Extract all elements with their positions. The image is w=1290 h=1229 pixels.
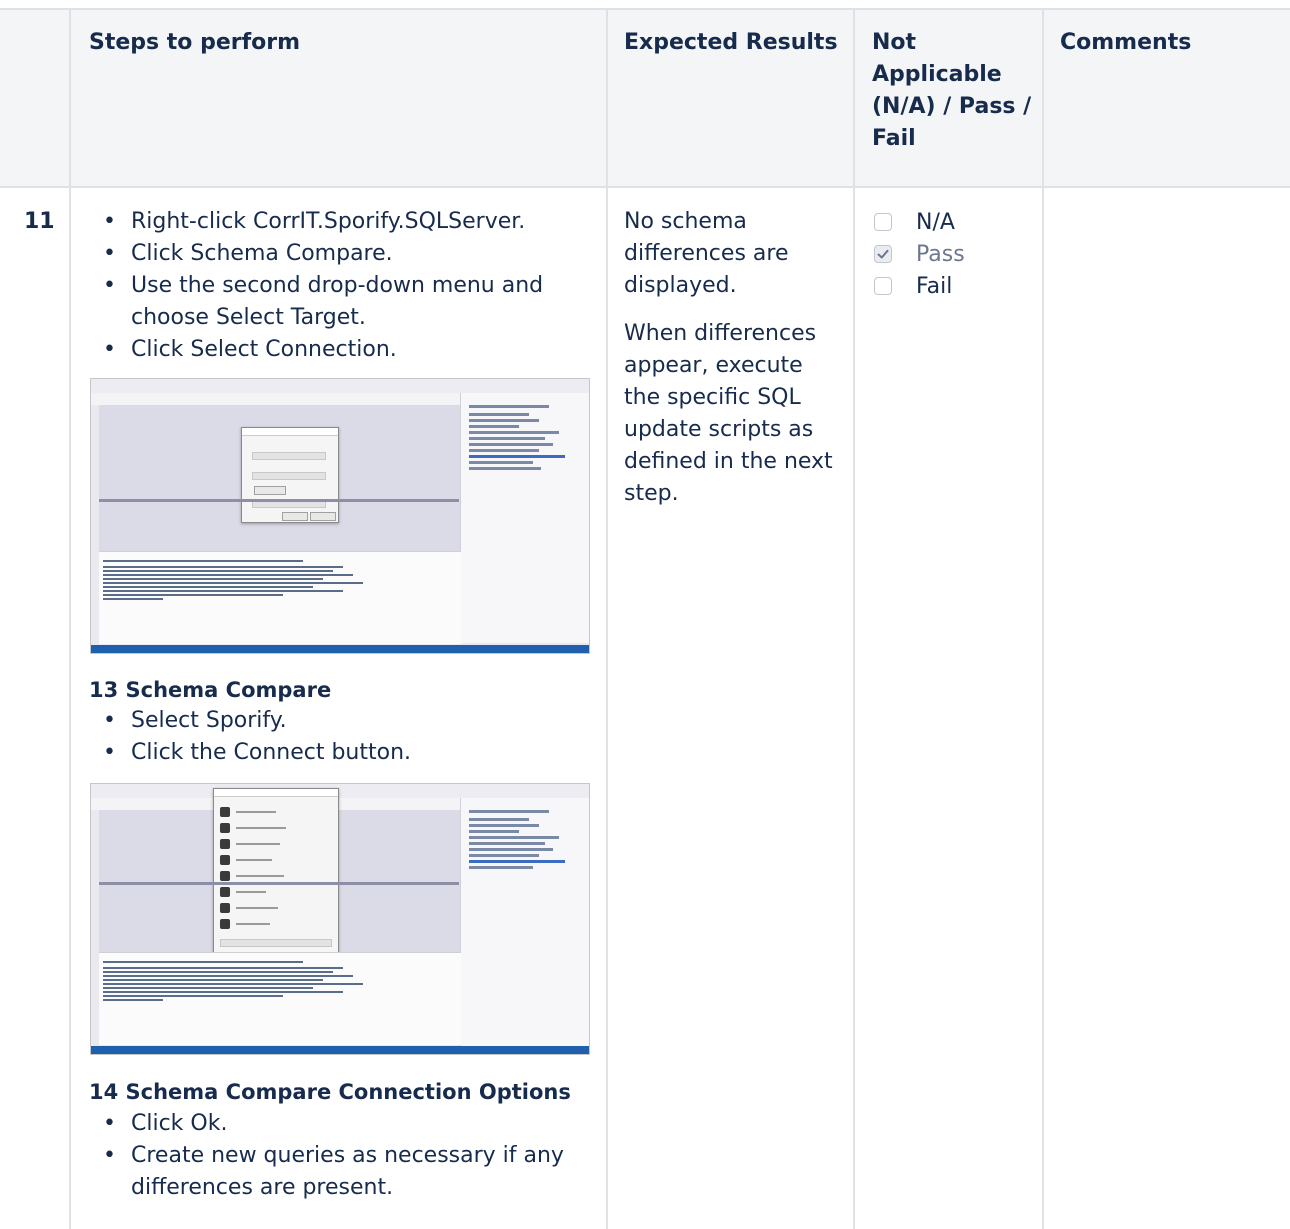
header-expected-results: Expected Results: [624, 30, 838, 55]
column-divider-2: [606, 8, 608, 1229]
list-item: Click Select Connection.: [103, 334, 589, 366]
list-item: Click the Connect button.: [103, 737, 589, 769]
steps-intro-list: Right-click CorrIT.Sporify.SQLServer. Cl…: [89, 206, 589, 366]
list-item: Use the second drop-down menu and choose…: [103, 270, 589, 334]
header-comments: Comments: [1060, 30, 1192, 55]
section-14-title: 14 Schema Compare Connection Options: [89, 1080, 571, 1104]
status-option-fail[interactable]: Fail: [874, 270, 1034, 302]
status-option-pass[interactable]: Pass: [874, 238, 1034, 270]
checkbox-fail[interactable]: [874, 277, 892, 295]
list-item: Create new queries as necessary if any d…: [103, 1140, 589, 1204]
header-status: Not Applicable (N/A) / Pass / Fail: [872, 30, 1032, 151]
select-target-dialog: [241, 427, 339, 523]
expected-result-paragraph-2: When differences appear, execute the spe…: [624, 321, 833, 506]
section-14-list: Click Ok. Create new queries as necessar…: [89, 1108, 589, 1204]
checkbox-label: Pass: [916, 241, 965, 267]
list-item: Right-click CorrIT.Sporify.SQLServer.: [103, 206, 589, 238]
column-divider-3: [853, 8, 855, 1229]
list-item: Select Sporify.: [103, 705, 589, 737]
table-top-border: [0, 8, 1290, 10]
comments-cell[interactable]: [1060, 206, 1270, 236]
column-divider-4: [1042, 8, 1044, 1229]
checkbox-label: Fail: [916, 273, 953, 299]
section-13-title: 13 Schema Compare: [89, 678, 332, 702]
header-steps: Steps to perform: [89, 30, 301, 55]
column-divider-1: [69, 8, 71, 1229]
checkmark-icon: [877, 249, 889, 259]
status-options: N/A Pass Fail: [874, 206, 1034, 302]
screenshot-select-target-schema: [90, 378, 590, 654]
checkbox-label: N/A: [916, 209, 955, 235]
connect-dialog: [213, 788, 339, 966]
checkbox-na[interactable]: [874, 213, 892, 231]
expected-result-paragraph-1: No schema differences are displayed.: [624, 209, 789, 298]
status-option-na[interactable]: N/A: [874, 206, 1034, 238]
section-13-list: Select Sporify. Click the Connect button…: [89, 705, 589, 769]
checkbox-pass[interactable]: [874, 245, 892, 263]
screenshot-connect-dialog: [90, 783, 590, 1055]
row-number: 11: [24, 209, 55, 234]
header-bottom-border: [0, 186, 1290, 188]
list-item: Click Schema Compare.: [103, 238, 589, 270]
list-item: Click Ok.: [103, 1108, 589, 1140]
